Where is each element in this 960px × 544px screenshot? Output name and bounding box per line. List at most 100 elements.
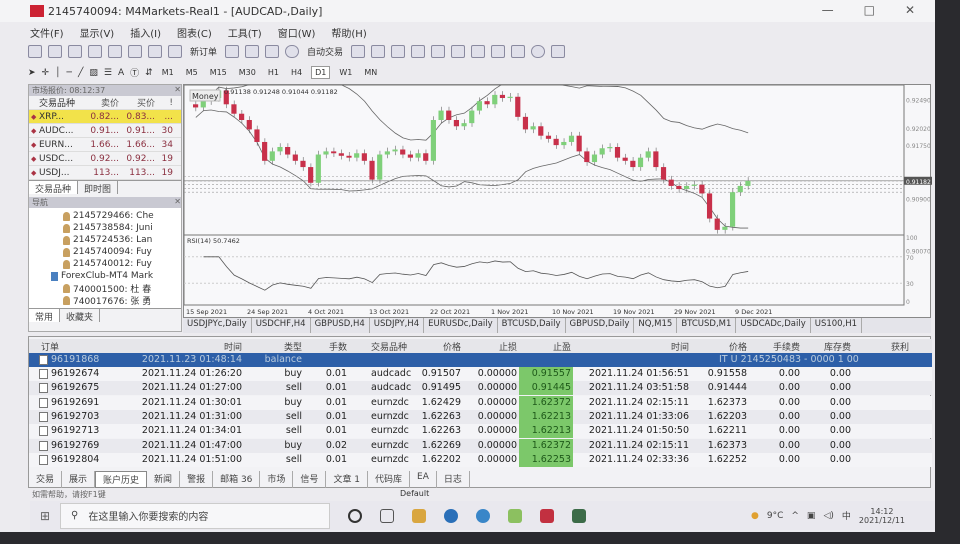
text-tool[interactable]: A (118, 68, 124, 78)
timeframe-h1[interactable]: H1 (265, 67, 282, 78)
trendline-icon[interactable]: ╱ (78, 68, 83, 78)
templates-icon[interactable] (551, 45, 566, 58)
close-icon[interactable]: ✕ (174, 197, 181, 208)
market-watch-row[interactable]: ◆ USDJ... 113... 113... 19 (29, 166, 181, 180)
chart-window[interactable]: Money 0.91138 0.91248 0.91044 0.91182 0.92… (183, 74, 932, 319)
profiles-icon[interactable] (48, 45, 62, 58)
wechat-icon[interactable] (508, 508, 522, 523)
tester-icon[interactable] (148, 45, 162, 58)
timeframe-m5[interactable]: M5 (183, 67, 201, 78)
menu-view[interactable]: 显示(V) (80, 25, 115, 40)
menu-charts[interactable]: 图表(C) (177, 25, 212, 40)
candlestick-icon[interactable] (371, 45, 386, 58)
table-row[interactable]: 96192769 2021.11.24 01:47:00 buy 0.02 eurnzd… (29, 438, 932, 453)
terminal-tab[interactable]: 账户历史 (95, 471, 148, 488)
timeframe-mn[interactable]: MN (361, 67, 380, 78)
terminal-tab[interactable]: 警报 (180, 471, 214, 488)
terminal-icon[interactable] (128, 45, 142, 58)
volume-icon[interactable]: ◁) (823, 511, 833, 521)
tray-overflow-icon[interactable]: ^ (791, 511, 799, 521)
network-icon[interactable]: ▣ (807, 511, 816, 521)
auto-trade-button[interactable]: 自动交易 (305, 45, 345, 58)
taskbar-search[interactable]: ⚲ 在这里输入你要搜索的内容 (60, 502, 330, 529)
column-header[interactable]: 手数 (329, 340, 347, 353)
terminal-tab[interactable]: 邮箱 36 (213, 471, 261, 488)
menu-window[interactable]: 窗口(W) (278, 25, 316, 40)
metaeditor-icon[interactable] (225, 45, 240, 58)
timeframe-d1[interactable]: D1 (311, 66, 331, 79)
table-row[interactable]: 96192713 2021.11.24 01:34:01 sell 0.01 eurnz… (29, 424, 932, 439)
account-icon[interactable] (245, 45, 260, 58)
vertical-line-icon[interactable]: │ (55, 68, 60, 78)
column-header[interactable]: 价格 (443, 340, 461, 353)
data-window-icon[interactable] (88, 45, 102, 58)
market-watch-row[interactable]: ◆ USDC... 0.92... 0.92... 19 (29, 152, 181, 166)
task-view-icon[interactable] (380, 508, 394, 523)
table-row[interactable]: 96192804 2021.11.24 01:51:00 sell 0.01 eurnz… (29, 452, 932, 467)
chart-tab[interactable]: BTCUSD,M1 (677, 318, 737, 333)
line-chart-icon[interactable] (391, 45, 406, 58)
chart-tab[interactable]: EURUSDc,Daily (424, 318, 498, 333)
terminal-tab[interactable]: 展示 (62, 471, 96, 488)
timeframe-w1[interactable]: W1 (336, 67, 355, 78)
menu-insert[interactable]: 插入(I) (130, 25, 161, 40)
windows-start-icon[interactable]: ⊞ (30, 509, 60, 523)
menu-file[interactable]: 文件(F) (30, 25, 64, 40)
col-symbol[interactable]: 交易品种 (37, 96, 83, 109)
bar-chart-icon[interactable] (351, 45, 366, 58)
crosshair-icon[interactable]: ✛ (42, 68, 50, 78)
text-label-icon[interactable]: Ⓣ (130, 66, 139, 79)
column-header[interactable]: 类型 (284, 340, 302, 353)
column-header[interactable]: 订单 (41, 340, 59, 353)
navigator-account[interactable]: 2145738584: Juni (63, 222, 181, 234)
column-header[interactable]: 止盈 (553, 340, 571, 353)
ime-indicator[interactable]: 中 (842, 509, 851, 522)
chart-tab[interactable]: GBPUSD,Daily (566, 318, 635, 333)
cursor-icon[interactable]: ➤ (28, 68, 36, 78)
channel-icon[interactable]: ▨ (89, 68, 98, 78)
navigator-account[interactable]: ForexClub-MT4 Mark (51, 270, 181, 282)
terminal-tab[interactable]: 代码库 (368, 471, 411, 488)
col-ask[interactable]: 买价 (119, 96, 155, 109)
column-header[interactable]: 库存费 (824, 340, 851, 353)
navigator-account[interactable]: 2145729466: Che (63, 210, 181, 222)
navigator-icon[interactable] (108, 45, 122, 58)
tab-symbols[interactable]: 交易品种 (29, 181, 79, 195)
menu-tools[interactable]: 工具(T) (228, 25, 262, 40)
terminal-tab[interactable]: 文章 1 (326, 471, 369, 488)
tab-common[interactable]: 常用 (29, 309, 61, 323)
close-button[interactable]: ✕ (905, 3, 915, 17)
chart-tab[interactable]: USDJPY,H4 (370, 318, 425, 333)
column-header[interactable]: 时间 (224, 340, 242, 353)
timeframe-m1[interactable]: M1 (159, 67, 177, 78)
indicators-icon[interactable] (511, 45, 526, 58)
chart-tab[interactable]: BTCUSD,Daily (498, 318, 566, 333)
signals-icon[interactable] (265, 45, 280, 58)
timeframe-h4[interactable]: H4 (288, 67, 305, 78)
column-header[interactable]: 交易品种 (371, 340, 407, 353)
navigator-account[interactable]: 2145740094: Fuy (63, 246, 181, 258)
market-watch-row[interactable]: ◆ EURN... 1.66... 1.66... 34 (29, 138, 181, 152)
market-watch-row[interactable]: ◆ AUDC... 0.91... 0.91... 30 (29, 124, 181, 138)
price-chart[interactable]: Money 0.91138 0.91248 0.91044 0.91182 0.92… (183, 74, 932, 319)
cortana-icon[interactable] (348, 508, 362, 523)
col-spread[interactable]: ! (155, 98, 173, 108)
terminal-tab[interactable]: 日志 (437, 471, 470, 488)
table-row[interactable]: 96192691 2021.11.24 01:30:01 buy 0.01 eurnzd… (29, 395, 932, 410)
table-row-balance[interactable]: 96191868 2021.11.23 01:48:14 balance IT U 2… (29, 353, 932, 367)
periods-icon[interactable] (531, 45, 546, 58)
fibonacci-icon[interactable]: ☰ (104, 68, 112, 78)
clock[interactable]: 14:12 2021/12/11 (859, 507, 905, 525)
terminal-tab[interactable]: 交易 (29, 471, 63, 488)
market-watch-row[interactable]: ◆ XRP... 0.82... 0.83...... (29, 110, 181, 124)
maximize-button[interactable]: □ (864, 3, 875, 17)
column-header[interactable]: 时间 (671, 340, 689, 353)
close-icon[interactable]: ✕ (174, 85, 181, 96)
tile-windows-icon[interactable] (451, 45, 466, 58)
table-row[interactable]: 96192674 2021.11.24 01:26:20 buy 0.01 audcad… (29, 367, 932, 381)
weather-temp[interactable]: 9°C (767, 511, 784, 521)
zoom-out-icon[interactable] (431, 45, 446, 58)
autoscroll-icon[interactable] (471, 45, 486, 58)
chart-tab[interactable]: USDCHF,H4 (252, 318, 311, 333)
rsi-subwindow[interactable] (183, 234, 905, 306)
